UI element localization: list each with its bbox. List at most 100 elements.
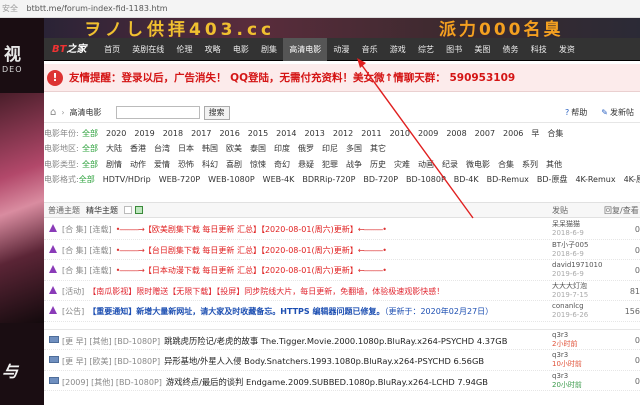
search-button[interactable]: 搜索	[203, 105, 230, 120]
filter-option[interactable]: 印度	[274, 143, 290, 154]
thread-tag[interactable]: [更 早] [其他] [BD-1080P]	[62, 337, 160, 346]
filter-option[interactable]: 动画	[418, 159, 434, 170]
filter-option[interactable]: 悬疑	[298, 159, 314, 170]
new-post-link[interactable]: ✎ 发新帖	[601, 107, 634, 118]
thread-author[interactable]: conanlcg	[552, 302, 610, 311]
filter-option[interactable]: 大陆	[106, 143, 122, 154]
nav-item-2[interactable]: 伦理	[170, 38, 198, 61]
filter-option[interactable]: BDRRip-720P	[302, 175, 355, 184]
thread-author[interactable]: q3r3	[552, 351, 610, 360]
filter-option[interactable]: 2007	[475, 129, 495, 138]
thread-title[interactable]: 跳跳虎历险记/老虎的故事 The.Tigger.Movie.2000.1080p…	[164, 336, 507, 346]
tab-normal[interactable]: 普通主题	[48, 205, 80, 216]
filter-option[interactable]: 合集	[498, 159, 514, 170]
filter-option[interactable]: BD-720P	[363, 175, 398, 184]
filter-option[interactable]: 灾难	[394, 159, 410, 170]
filter-option[interactable]: 印尼	[322, 143, 338, 154]
thread-title[interactable]: 【欧美剧集下载 每日更新 汇总】【2020-08-01(周六)更新】	[144, 225, 358, 234]
url-text[interactable]: btbtt.me/forum-index-fid-1183.htm	[27, 4, 168, 13]
filter-option[interactable]: 犯罪	[322, 159, 338, 170]
table-row[interactable]: [2009] [其他] [BD-1080P] 游戏终点/最后的谈判 Endgame…	[44, 371, 640, 391]
filter-option[interactable]: 韩国	[202, 143, 218, 154]
filter-option[interactable]: 泰国	[250, 143, 266, 154]
filter-option[interactable]: BD-4K	[454, 175, 479, 184]
filter-option[interactable]: 4K-原盘	[624, 174, 640, 185]
help-link[interactable]: ? 帮助	[565, 107, 587, 118]
nav-item-14[interactable]: 科技	[525, 38, 553, 61]
search-input[interactable]	[115, 106, 200, 119]
filter-option[interactable]: 2016	[219, 129, 239, 138]
thread-author[interactable]: david1971010	[552, 261, 610, 270]
table-row[interactable]: [更 早] [其他] [BD-1080P] 跳跳虎历险记/老虎的故事 The.Ti…	[44, 330, 640, 350]
filter-option[interactable]: 4K-Remux	[575, 175, 615, 184]
top-banner-ad[interactable]: ヲノし供拝403.cc 派力000名臭	[44, 18, 640, 38]
nav-item-6[interactable]: 高清电影	[283, 37, 328, 61]
filter-option[interactable]: 恐怖	[178, 159, 194, 170]
table-row[interactable]: [公告] 【重要通知】新增大量新网址，请大家及时收藏备忘。HTTPS 编辑器问题已…	[44, 301, 640, 322]
filter-option[interactable]: 系列	[522, 159, 538, 170]
nav-item-8[interactable]: 音乐	[356, 38, 384, 61]
filter-option[interactable]: 早	[531, 128, 539, 139]
nav-item-4[interactable]: 电影	[227, 38, 255, 61]
table-row[interactable]: [更 早] [欧美] [BD-1080P] 异形基地/外星人入侵 Body.Sna…	[44, 350, 640, 371]
site-logo[interactable]: BT之家	[44, 38, 98, 61]
filter-option[interactable]: 战争	[346, 159, 362, 170]
filter-option[interactable]: 其它	[370, 143, 386, 154]
table-row[interactable]: [活动] 【南瓜影视】限时赠送【无限下载】【投屏】同步院线大片，每日更新，免翻墙，…	[44, 281, 640, 301]
filter-option[interactable]: 2018	[163, 129, 183, 138]
filter-option[interactable]: BD-原盘	[537, 174, 568, 185]
filter-option[interactable]: 2019	[134, 129, 154, 138]
nav-item-7[interactable]: 动漫	[327, 38, 355, 61]
filter-option[interactable]: 2020	[106, 129, 126, 138]
filter-option[interactable]: WEB-1080P	[208, 175, 255, 184]
filter-option[interactable]: 2015	[248, 129, 268, 138]
filter-option[interactable]: HDTV/HDrip	[103, 175, 151, 184]
filter-option[interactable]: 2017	[191, 129, 211, 138]
thread-tag[interactable]: [合 集] [连载]	[62, 225, 112, 234]
nav-item-0[interactable]: 首页	[98, 38, 126, 61]
filter-option[interactable]: 全部	[82, 128, 98, 139]
filter-option[interactable]: 俄罗	[298, 143, 314, 154]
filter-option[interactable]: 2010	[390, 129, 410, 138]
tab-essence[interactable]: 精华主题	[86, 205, 118, 216]
nav-item-13[interactable]: 债务	[496, 38, 524, 61]
filter-option[interactable]: 历史	[370, 159, 386, 170]
filter-option[interactable]: 全部	[82, 143, 98, 154]
filter-option[interactable]: 其他	[546, 159, 562, 170]
thread-author[interactable]: 大大大灯泡	[552, 282, 610, 291]
table-row[interactable]: [合 集] [连载] •----------→【欧美剧集下载 每日更新 汇总】【2…	[44, 219, 640, 240]
nav-item-3[interactable]: 攻略	[199, 38, 227, 61]
filter-option[interactable]: WEB-4K	[263, 175, 295, 184]
thread-author[interactable]: BT小子005	[552, 241, 610, 250]
nav-item-9[interactable]: 游戏	[384, 38, 412, 61]
filter-option[interactable]: 剧情	[106, 159, 122, 170]
filter-option[interactable]: 微电影	[466, 159, 490, 170]
filter-option[interactable]: WEB-720P	[159, 175, 200, 184]
filter-option[interactable]: 奇幻	[274, 159, 290, 170]
nav-item-1[interactable]: 英剧在线	[126, 38, 170, 61]
nav-item-15[interactable]: 发资	[553, 38, 581, 61]
filter-option[interactable]: 2012	[333, 129, 353, 138]
thread-tag[interactable]: [合 集] [连载]	[62, 246, 112, 255]
filter-option[interactable]: 2006	[503, 129, 523, 138]
thread-title[interactable]: 游戏终点/最后的谈判 Endgame.2009.SUBBED.1080p.Blu…	[166, 377, 488, 387]
filter-option[interactable]: 爱情	[154, 159, 170, 170]
thread-author[interactable]: q3r3	[552, 331, 610, 340]
filter-option[interactable]: 日本	[178, 143, 194, 154]
filter-option[interactable]: 香港	[130, 143, 146, 154]
thread-title[interactable]: 【日本动漫下载 每日更新 汇总】【2020-08-01(周六)更新】	[144, 266, 358, 275]
filter-option[interactable]: 纪录	[442, 159, 458, 170]
thread-title[interactable]: 异形基地/外星人入侵 Body.Snatchers.1993.1080p.Blu…	[164, 356, 484, 366]
filter-option[interactable]: 科幻	[202, 159, 218, 170]
filter-option[interactable]: 2009	[418, 129, 438, 138]
table-row[interactable]: [合 集] [连载] •----------→【台日剧集下载 每日更新 汇总】【2…	[44, 240, 640, 260]
thread-title[interactable]: 【台日剧集下载 每日更新 汇总】【2020-08-01(周六)更新】	[144, 246, 358, 255]
nav-item-10[interactable]: 综艺	[412, 38, 440, 61]
filter-option[interactable]: 台湾	[154, 143, 170, 154]
filter-option[interactable]: 欧美	[226, 143, 242, 154]
filter-option[interactable]: 2011	[361, 129, 381, 138]
home-icon[interactable]: ⌂	[50, 107, 56, 118]
nav-item-11[interactable]: 图书	[440, 38, 468, 61]
filter-option[interactable]: 全部	[79, 174, 95, 185]
address-bar[interactable]: 安全 btbtt.me/forum-index-fid-1183.htm	[0, 0, 640, 18]
